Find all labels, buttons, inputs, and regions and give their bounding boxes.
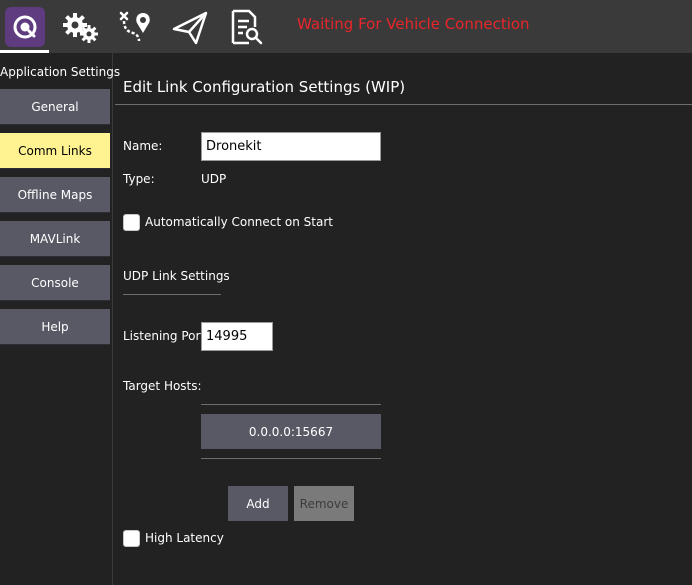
sidebar-item-offline-maps[interactable]: Offline Maps	[0, 177, 110, 213]
target-host-item[interactable]: 0.0.0.0:15667	[201, 414, 381, 449]
sidebar-title: Application Settings	[0, 65, 121, 79]
qgc-logo-icon	[4, 6, 45, 47]
sidebar-item-mavlink[interactable]: MAVLink	[0, 221, 110, 257]
document-search-icon	[225, 7, 265, 47]
udp-section-divider	[123, 294, 221, 295]
connection-status: Waiting For Vehicle Connection	[297, 15, 530, 33]
auto-connect-checkbox[interactable]	[123, 214, 140, 231]
high-latency-checkbox[interactable]	[123, 530, 140, 547]
plan-view-button[interactable]	[110, 0, 159, 53]
sidebar-item-comm-links[interactable]: Comm Links	[0, 133, 110, 169]
sidebar-item-general[interactable]: General	[0, 89, 110, 125]
main-toolbar: Waiting For Vehicle Connection	[0, 0, 692, 53]
auto-connect-label: Automatically Connect on Start	[145, 215, 333, 229]
fly-view-button[interactable]	[165, 0, 214, 53]
sidebar-item-console[interactable]: Console	[0, 265, 110, 301]
listening-port-field[interactable]: 14995	[201, 322, 273, 351]
hosts-top-divider	[201, 404, 381, 405]
remove-host-button[interactable]: Remove	[294, 486, 354, 521]
page-title: Edit Link Configuration Settings (WIP)	[123, 78, 406, 96]
type-label: Type:	[123, 172, 155, 186]
hosts-bottom-divider	[201, 458, 381, 459]
title-divider	[115, 104, 692, 105]
target-hosts-label: Target Hosts:	[123, 379, 202, 393]
settings-sidebar: Application Settings General Comm Links …	[0, 53, 121, 585]
name-label: Name:	[123, 139, 163, 153]
app-settings-button[interactable]	[0, 0, 49, 53]
add-host-button[interactable]: Add	[228, 486, 288, 521]
udp-section-title: UDP Link Settings	[123, 269, 230, 283]
analyze-view-button[interactable]	[220, 0, 269, 53]
type-value: UDP	[201, 172, 227, 186]
high-latency-label: High Latency	[145, 531, 224, 545]
sidebar-item-help[interactable]: Help	[0, 309, 110, 345]
gears-icon	[60, 7, 100, 47]
vehicle-setup-button[interactable]	[55, 0, 104, 53]
plan-route-icon	[115, 7, 155, 47]
listening-port-label: Listening Port	[123, 329, 206, 343]
name-field[interactable]: Dronekit	[201, 132, 381, 161]
paper-plane-icon	[170, 7, 210, 47]
